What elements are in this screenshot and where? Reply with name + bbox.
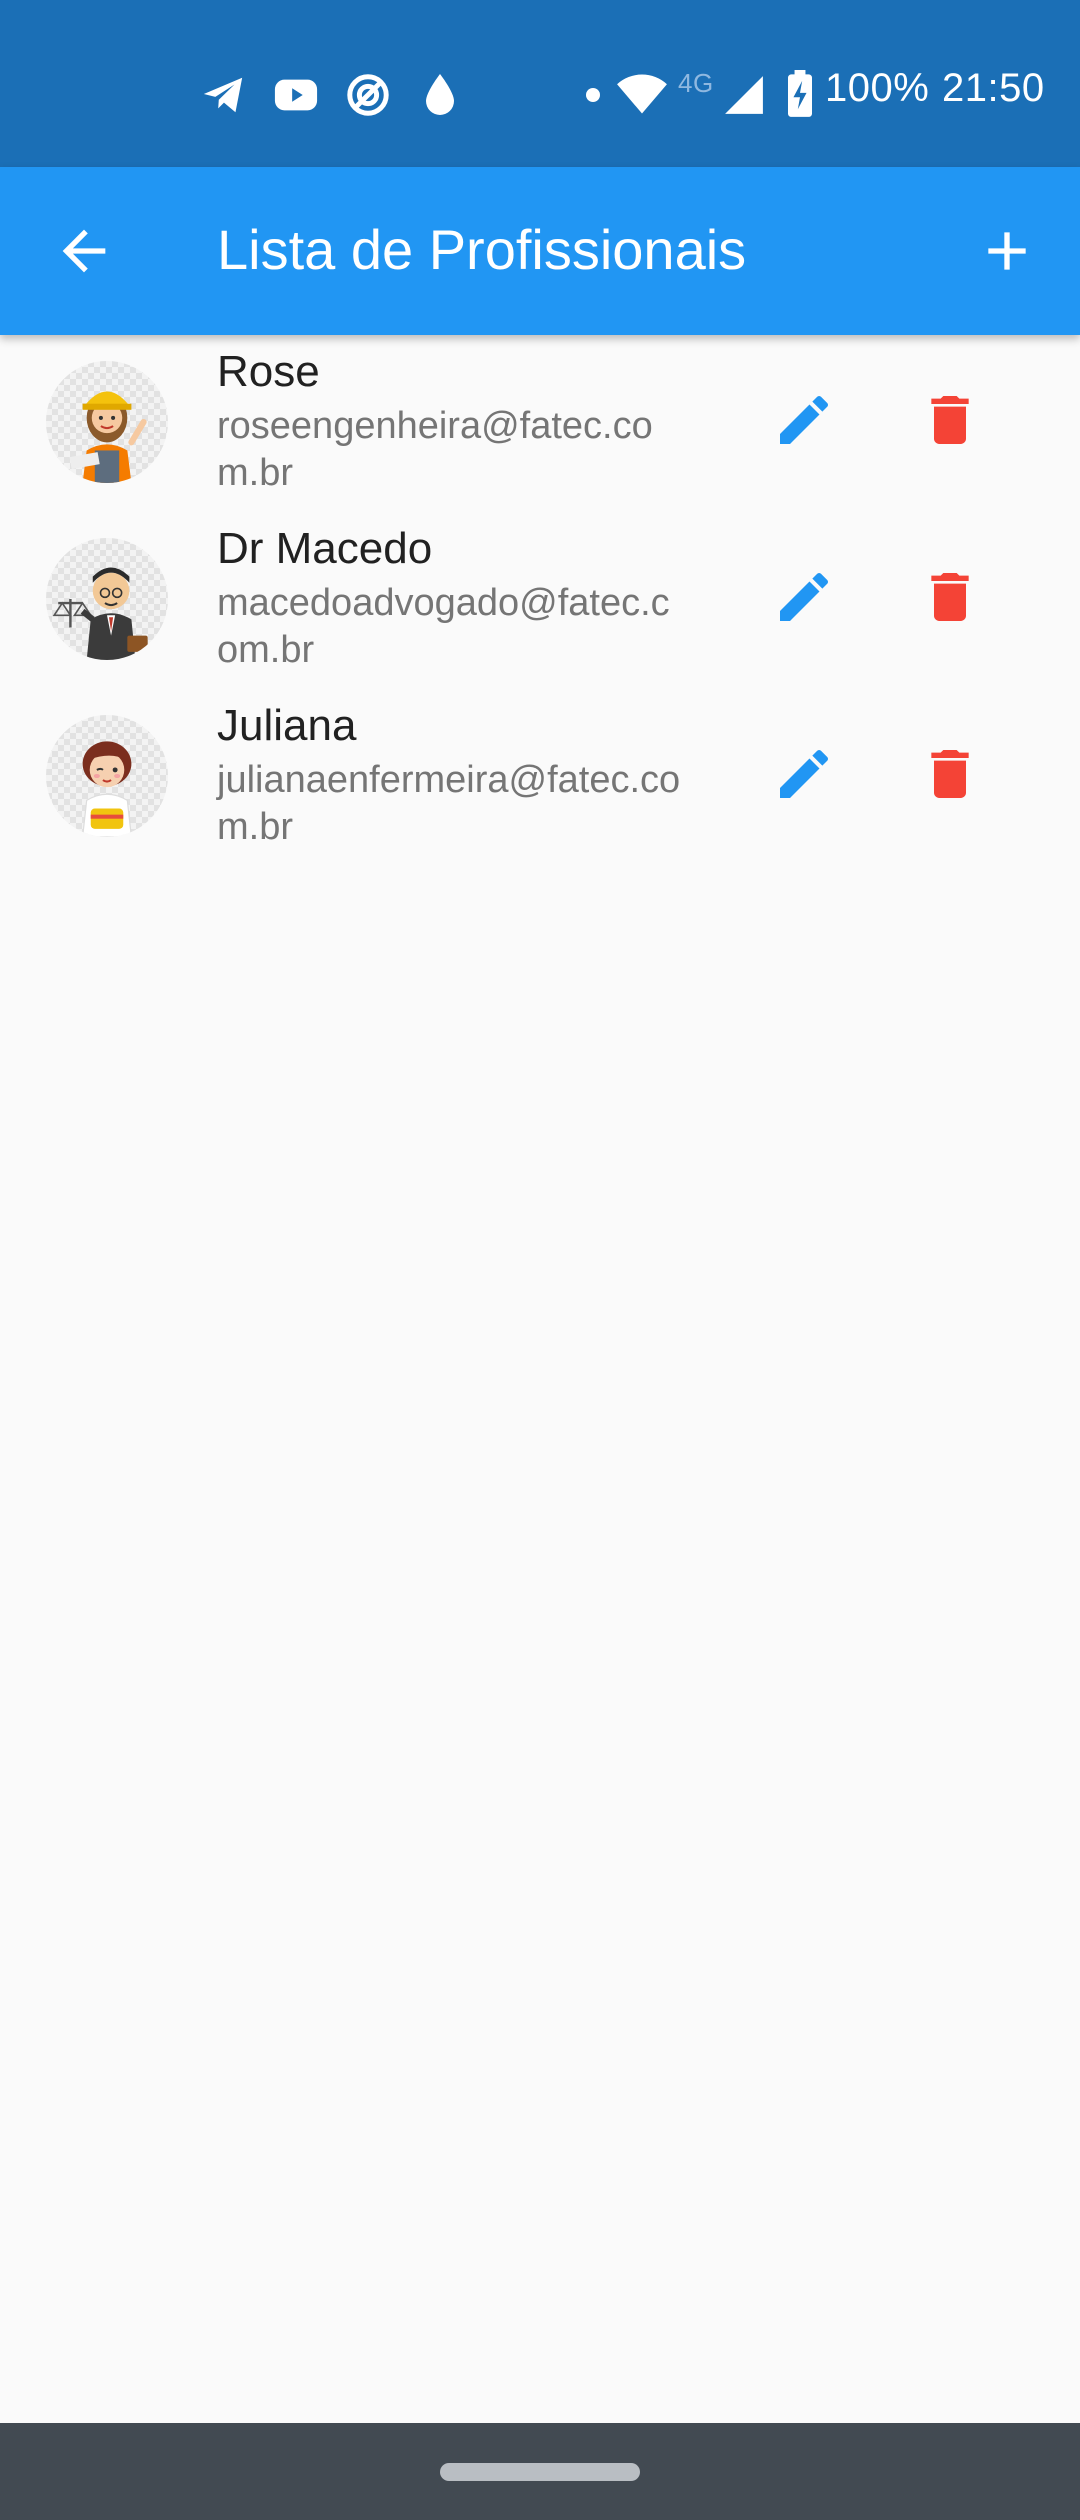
app-bar: Lista de Profissionais: [0, 167, 1080, 335]
battery-charging-icon: [788, 70, 812, 117]
delete-icon: [931, 573, 969, 621]
professional-email: julianaenfermeira@fatec.com.br: [217, 759, 681, 848]
edit-button[interactable]: [772, 742, 836, 806]
lawyer-avatar: [46, 538, 168, 660]
youtube-icon: [274, 79, 318, 111]
delete-button[interactable]: [918, 388, 982, 452]
delete-icon: [931, 750, 969, 798]
page-title: Lista de Profissionais: [217, 218, 747, 281]
professional-email: macedoadvogado@fatec.com.br: [217, 582, 670, 671]
edit-button[interactable]: [772, 565, 836, 629]
status-bar: 4G 100% 21:50: [0, 0, 1080, 167]
telegram-icon: [203, 77, 243, 113]
add-professional-button[interactable]: [975, 219, 1039, 283]
wifi-icon: [617, 74, 667, 114]
clock: 21:50: [942, 66, 1045, 110]
back-button[interactable]: [52, 219, 116, 283]
professional-name: Juliana: [217, 701, 357, 750]
nurse-avatar: [46, 715, 168, 837]
arrow-back-icon: [62, 229, 106, 273]
network-type: 4G: [678, 68, 714, 98]
list-item[interactable]: Rose roseengenheira@fatec.com.br: [0, 335, 1080, 512]
delete-button[interactable]: [918, 565, 982, 629]
professional-name: Rose: [217, 347, 320, 396]
navigation-bar: [0, 2423, 1080, 2520]
engineer-avatar: [46, 361, 168, 483]
edit-icon: [780, 395, 829, 444]
delete-button[interactable]: [918, 742, 982, 806]
battery-level: 100%: [825, 66, 930, 110]
edit-icon: [780, 749, 829, 798]
edit-button[interactable]: [772, 388, 836, 452]
list-item[interactable]: Dr Macedo macedoadvogado@fatec.com.br: [0, 512, 1080, 689]
dot-icon: [586, 88, 600, 102]
home-gesture-handle[interactable]: [440, 2463, 640, 2481]
edit-icon: [780, 572, 829, 621]
delete-icon: [931, 396, 969, 444]
app-icon: [347, 74, 389, 116]
list-item[interactable]: Juliana julianaenfermeira@fatec.com.br: [0, 689, 1080, 866]
professional-email: roseengenheira@fatec.com.br: [217, 405, 653, 494]
drop-icon: [426, 74, 454, 115]
professionals-list: Rose roseengenheira@fatec.com.br Dr Mace…: [0, 335, 1080, 866]
add-icon: [988, 232, 1026, 270]
professional-name: Dr Macedo: [217, 524, 433, 573]
signal-icon: [725, 76, 763, 114]
